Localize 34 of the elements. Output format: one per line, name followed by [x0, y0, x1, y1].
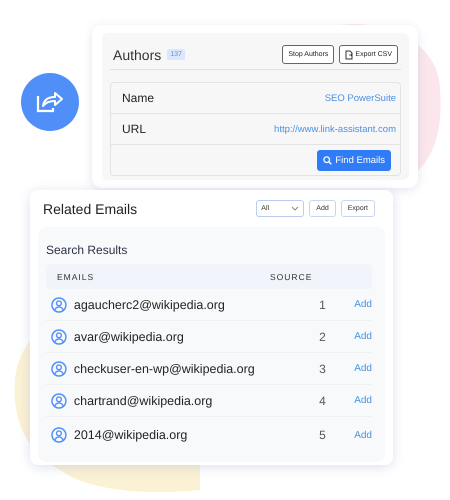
email-cell-text: checkuser-en-wp@wikipedia.org [74, 362, 256, 376]
section-title: Search Results [46, 242, 128, 258]
share-icon [36, 90, 64, 114]
email-cell-text: agaucherc2@wikipedia.org [74, 298, 226, 312]
add-link[interactable]: Add [354, 430, 372, 440]
user-icon [51, 427, 67, 443]
column-header: SOURCE [270, 272, 312, 282]
source-cell-text: 5 [318, 428, 327, 442]
add-link[interactable]: Add [354, 363, 372, 374]
card-title: Authors [113, 46, 162, 62]
field-link[interactable]: SEO PowerSuite [324, 92, 396, 104]
field-label: Name [122, 91, 154, 105]
add-link[interactable]: Add [354, 395, 372, 406]
user-icon [51, 392, 67, 408]
chevron-icon [291, 206, 300, 211]
file-icon [345, 50, 354, 60]
user-icon [51, 360, 67, 376]
source-cell-text: 3 [318, 362, 327, 376]
user-icon [51, 296, 67, 312]
source-cell-text: 1 [318, 298, 327, 312]
column-header: EMAILS [56, 272, 96, 282]
source-cell-text: 4 [318, 394, 327, 408]
email-cell-text: chartrand@wikipedia.org [74, 394, 214, 408]
field-link[interactable]: http://www.link-assistant.com [274, 124, 396, 134]
email-cell-text: avar@wikipedia.org [74, 330, 185, 344]
search-icon [323, 156, 332, 164]
email-cell-text: 2014@wikipedia.org [74, 428, 188, 442]
add-link[interactable]: Add [354, 331, 372, 342]
find-emails-button[interactable]: Find Emails [317, 150, 391, 170]
field-label: URL [122, 122, 146, 136]
add-link[interactable]: Add [354, 299, 372, 310]
source-cell-text: 2 [318, 330, 327, 344]
user-icon [51, 328, 67, 344]
card-title: Related Emails [43, 200, 138, 216]
